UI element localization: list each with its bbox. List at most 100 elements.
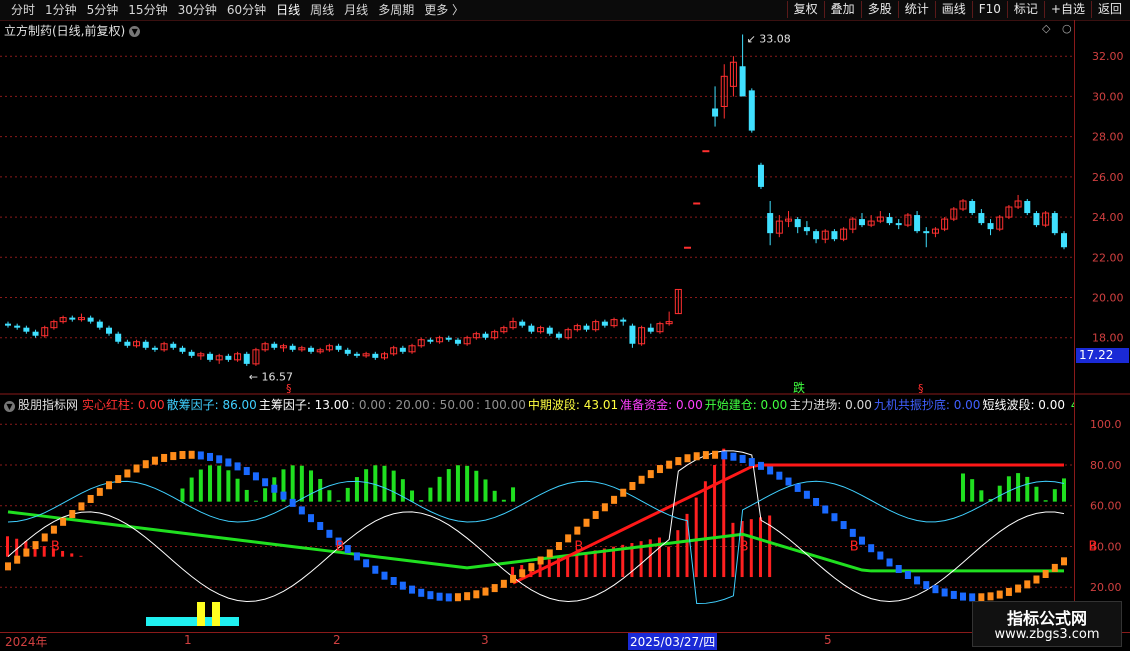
indicator-item-5: : 50.00	[431, 398, 475, 412]
green-histogram-bar	[382, 465, 387, 502]
green-histogram-bar	[208, 465, 213, 502]
indicator-item-10: 主力进场: 0.00	[789, 398, 872, 412]
red-histogram-bar	[676, 530, 680, 578]
green-histogram-bar	[501, 499, 506, 502]
wave-step-block	[702, 451, 709, 460]
green-histogram-bar	[419, 500, 424, 502]
wave-step-block	[666, 460, 673, 469]
buy-signal-label: B	[336, 540, 345, 555]
buy-signal-label: B	[850, 540, 859, 555]
indicator-legend: ▼ 股朋指标网 实心红柱: 0.00 散筹因子: 86.00 主筹因子: 13.00 : …	[0, 396, 1074, 414]
event-marker: §	[918, 382, 924, 395]
red-histogram-bar	[667, 546, 671, 578]
candle-body	[886, 217, 893, 224]
candle-body	[243, 353, 250, 364]
wave-step-block	[69, 510, 76, 519]
candle-body	[353, 353, 360, 356]
red-histogram-bar	[566, 555, 570, 578]
indicator-item-9: 开始建仓: 0.00	[704, 398, 788, 412]
red-histogram-bar	[694, 497, 698, 578]
kline-chart-svg[interactable]: 32.0030.0028.0026.0024.0022.0020.0018.00…	[0, 0, 1130, 650]
candle-body	[454, 339, 461, 344]
wave-step-block	[656, 465, 663, 474]
wave-step-block	[271, 484, 278, 493]
green-histogram-bar	[492, 490, 497, 502]
candle-body	[225, 355, 232, 360]
wave-step-block	[491, 584, 498, 593]
wave-step-block	[124, 469, 131, 478]
green-histogram-bar	[979, 490, 984, 502]
wave-step-block	[252, 472, 259, 481]
candle-body	[647, 327, 654, 332]
green-histogram-bar	[235, 478, 240, 502]
signal-block-yellow	[212, 602, 220, 626]
red-histogram-bar	[703, 481, 707, 578]
wave-step-block	[298, 506, 305, 515]
candle-body	[923, 231, 930, 234]
buy-signal-label: B	[574, 540, 583, 555]
candle-body	[188, 351, 195, 356]
high-price-label: ↙ 33.08	[747, 32, 791, 45]
wave-step-block	[767, 466, 774, 475]
candle-body	[482, 333, 489, 338]
candle-body	[813, 231, 820, 240]
wave-step-block	[436, 592, 443, 601]
wave-step-block	[106, 481, 113, 490]
wave-step-block	[959, 592, 966, 601]
green-histogram-bar	[263, 488, 268, 502]
wave-step-block	[510, 574, 517, 583]
green-histogram-bar	[446, 469, 451, 502]
candle-body	[344, 349, 351, 354]
green-histogram-bar	[309, 470, 314, 502]
candle-body	[858, 219, 865, 226]
wave-step-block	[50, 525, 57, 534]
green-histogram-bar	[198, 469, 203, 502]
wave-step-block	[611, 495, 618, 504]
cursor-date: 2025/03/27/四	[628, 633, 718, 650]
wave-step-block	[996, 590, 1003, 599]
indicator-item-11: 九机共振抄底: 0.00	[873, 398, 981, 412]
green-histogram-bar	[1062, 478, 1066, 502]
red-histogram-bar	[79, 555, 83, 557]
indicator-item-12: 短线波段: 0.00	[982, 398, 1066, 412]
wave-step-block	[693, 452, 700, 461]
candle-body	[757, 164, 764, 187]
green-histogram-bar	[410, 490, 415, 502]
wave-step-block	[216, 455, 223, 464]
candle-body	[895, 223, 902, 226]
wave-step-block	[794, 483, 801, 492]
wave-step-block	[418, 588, 425, 597]
green-histogram-bar	[391, 470, 396, 502]
wave-step-block	[849, 528, 856, 537]
indicator-item-1: 散筹因子: 86.00	[166, 398, 257, 412]
candle-body	[14, 325, 21, 328]
wave-step-block	[32, 541, 39, 550]
candle-body	[308, 347, 315, 352]
green-histogram-bar	[455, 465, 460, 502]
wave-step-block	[363, 559, 370, 568]
candle-body	[528, 325, 535, 332]
candle-body	[693, 202, 701, 205]
red-histogram-bar	[6, 536, 9, 557]
candle-body	[1061, 233, 1067, 248]
signal-block-yellow	[197, 602, 205, 626]
wave-step-block	[638, 475, 645, 484]
red-histogram-bar	[602, 548, 606, 578]
wave-step-block	[1061, 557, 1067, 566]
wave-step-block	[197, 451, 204, 460]
wave-step-block	[776, 471, 783, 480]
wave-step-block	[234, 462, 241, 471]
green-histogram-bar	[253, 500, 258, 502]
indicator-item-2: 主筹因子: 13.00	[258, 398, 350, 412]
indicator-name[interactable]: 股朋指标网	[18, 398, 78, 412]
wave-step-block	[482, 587, 489, 596]
chip-factor-line	[7, 480, 1065, 604]
wave-step-block	[78, 502, 85, 511]
wave-step-block	[133, 464, 140, 473]
wave-step-block	[748, 458, 755, 467]
indicator-item-0: 实心红柱: 0.00	[82, 398, 165, 412]
wave-step-block	[445, 593, 452, 602]
wave-step-block	[308, 514, 315, 523]
green-histogram-bar	[474, 470, 479, 502]
indicator-collapse-icon[interactable]: ▼	[4, 401, 15, 412]
